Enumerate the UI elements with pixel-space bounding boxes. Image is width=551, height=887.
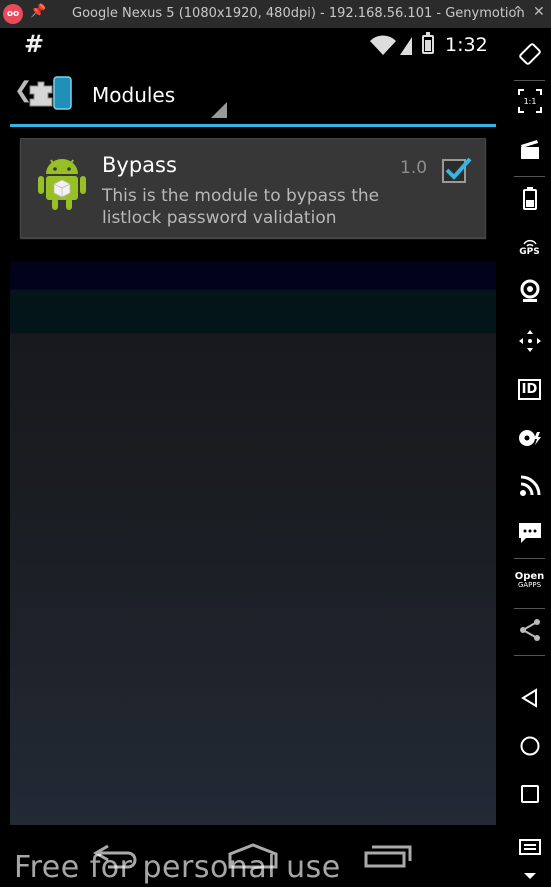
chevron-up-icon[interactable]: ⌃ (512, 4, 524, 20)
toolbar-separator (514, 655, 545, 656)
opengapps-label-bottom: GAPPS (517, 581, 542, 589)
opengapps-label-top: Open (514, 571, 545, 582)
action-bar: ❮ Modules (10, 64, 496, 127)
status-time: 1:32 (445, 34, 488, 56)
genymotion-logo-icon: oo (3, 4, 23, 24)
battery-tool-icon[interactable] (508, 180, 551, 216)
device-id-icon[interactable]: ID (508, 371, 551, 407)
notification-icon: # (24, 30, 45, 58)
close-icon[interactable]: ✕ (533, 4, 545, 20)
recent-apps-square-icon[interactable] (508, 776, 551, 812)
spinner-indicator-icon[interactable] (211, 102, 227, 118)
android-robot-icon (38, 159, 86, 210)
action-bar-divider (10, 124, 496, 127)
module-list: Bypass This is the module to bypass the … (10, 128, 496, 825)
xposed-puzzle-icon[interactable] (26, 76, 72, 110)
pixel-perfect-icon[interactable]: 1:1 (508, 83, 551, 119)
sms-message-icon[interactable] (508, 515, 551, 551)
webcam-icon[interactable] (508, 273, 551, 309)
window-titlebar: oo 📌 Google Nexus 5 (1080x1920, 480dpi) … (0, 0, 551, 28)
rotate-icon[interactable] (508, 36, 551, 72)
page-title[interactable]: Modules (92, 83, 175, 107)
window-title: Google Nexus 5 (1080x1920, 480dpi) - 192… (72, 6, 525, 21)
media-disk-icon[interactable] (508, 420, 551, 456)
pin-icon[interactable]: 📌 (30, 4, 46, 19)
scroll-down-icon[interactable] (508, 858, 551, 887)
module-name: Bypass (102, 153, 177, 177)
recent-apps-icon[interactable] (364, 843, 414, 869)
network-rss-icon[interactable] (508, 468, 551, 504)
gps-icon[interactable]: GPS (508, 230, 551, 266)
id-label: ID (517, 378, 542, 400)
module-description: This is the module to bypass the listloc… (102, 186, 380, 228)
screencast-icon[interactable] (508, 131, 551, 167)
module-item[interactable]: Bypass This is the module to bypass the … (20, 138, 486, 238)
android-screen: # 1:32 ❮ Modules Bypass This is the modu… (10, 28, 496, 887)
battery-icon (422, 32, 434, 54)
toolbar-separator (514, 558, 545, 559)
share-icon[interactable] (508, 612, 551, 648)
remote-control-icon[interactable] (508, 323, 551, 359)
module-version: 1.0 (400, 158, 428, 178)
open-gapps-icon[interactable]: Open GAPPS (508, 563, 551, 599)
status-bar: # 1:32 (10, 28, 496, 62)
back-triangle-icon[interactable] (508, 680, 551, 716)
wifi-signal-icon (370, 35, 412, 55)
emulator-toolbar: 1:1 GPS ID Open GAPPS (508, 28, 551, 887)
gps-label: GPS (519, 247, 540, 257)
watermark-text: Free for personal use (14, 850, 341, 885)
toolbar-separator (514, 176, 545, 177)
toolbar-separator (514, 80, 545, 81)
home-circle-icon[interactable] (508, 728, 551, 764)
toolbar-separator (514, 608, 545, 609)
ratio-label: 1:1 (523, 97, 536, 106)
module-enabled-checkbox[interactable] (442, 157, 472, 183)
